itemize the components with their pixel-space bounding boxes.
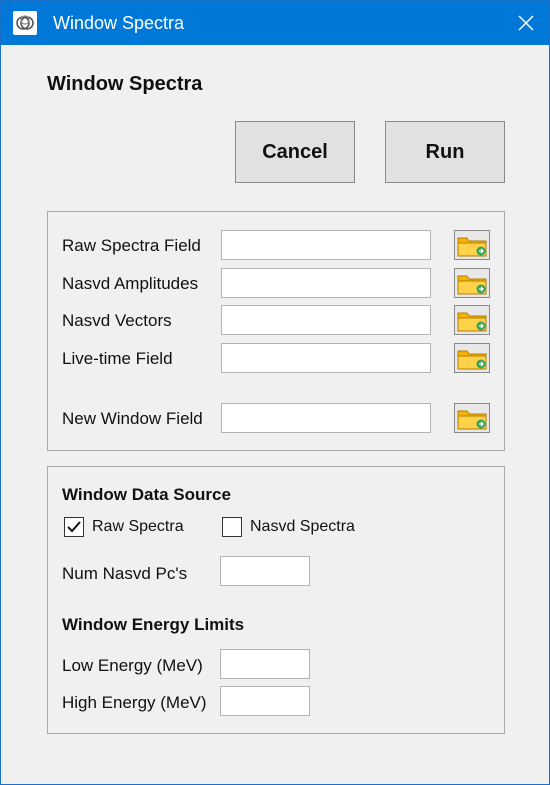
nasvd-amplitudes-browse-button[interactable] [454,268,490,298]
high-energy-input[interactable] [220,686,310,716]
nasvd-spectra-option-label: Nasvd Spectra [250,518,355,535]
raw-spectra-browse-button[interactable] [454,230,490,260]
window-energy-limits-title: Window Energy Limits [62,615,245,634]
folder-browse-icon [457,410,487,430]
cancel-button[interactable]: Cancel [235,121,355,183]
folder-browse-icon [457,350,487,370]
fields-group: Raw Spectra Field Nasvd Amplitudes Nasvd… [47,211,505,451]
folder-browse-icon [457,312,487,332]
high-energy-label: High Energy (MeV) [62,693,207,712]
window-title: Window Spectra [53,13,185,33]
nasvd-amplitudes-label: Nasvd Amplitudes [62,274,199,293]
close-button[interactable] [503,1,549,45]
window-data-source-title: Window Data Source [62,485,231,504]
num-nasvd-pcs-input[interactable] [220,556,310,586]
close-icon [518,15,534,31]
raw-spectra-field-input[interactable] [221,230,431,260]
run-button[interactable]: Run [385,121,505,183]
live-time-field-input[interactable] [221,343,431,373]
new-window-field-input[interactable] [221,403,431,433]
nasvd-vectors-browse-button[interactable] [454,305,490,335]
title-bar: Window Spectra [1,1,549,45]
raw-spectra-field-label: Raw Spectra Field [62,236,201,255]
folder-browse-icon [457,237,487,257]
checkmark-icon [67,521,81,533]
nasvd-vectors-label: Nasvd Vectors [62,311,172,330]
nasvd-spectra-checkbox[interactable] [222,517,242,537]
window-spectra-dialog: Window Spectra Window Spectra Cancel Run… [0,0,550,785]
folder-browse-icon [457,275,487,295]
new-window-field-label: New Window Field [62,409,203,428]
options-group: Window Data Source Raw Spectra Nasvd Spe… [47,466,505,734]
live-time-field-label: Live-time Field [62,349,173,368]
raw-spectra-option-label: Raw Spectra [92,518,184,535]
nasvd-amplitudes-input[interactable] [221,268,431,298]
spectra-app-icon [13,11,37,35]
low-energy-input[interactable] [220,649,310,679]
dialog-heading: Window Spectra [47,73,203,95]
low-energy-label: Low Energy (MeV) [62,656,203,675]
raw-spectra-checkbox[interactable] [64,517,84,537]
nasvd-vectors-input[interactable] [221,305,431,335]
new-window-browse-button[interactable] [454,403,490,433]
live-time-browse-button[interactable] [454,343,490,373]
num-nasvd-pcs-label: Num Nasvd Pc's [62,564,188,583]
